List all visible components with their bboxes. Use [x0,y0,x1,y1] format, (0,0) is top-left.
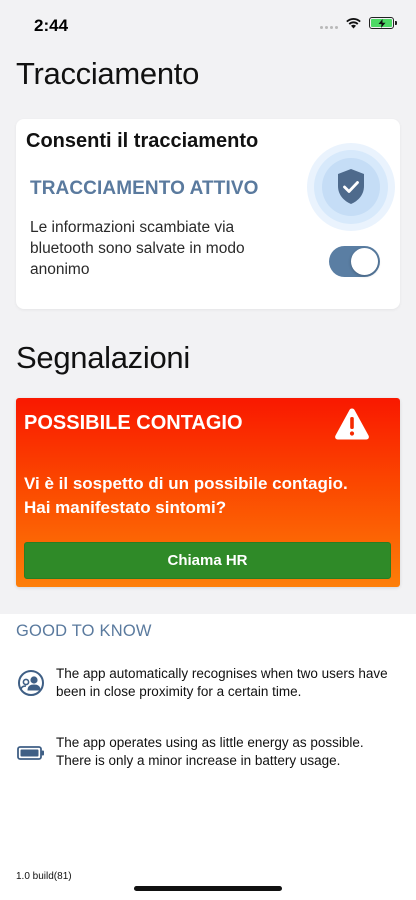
status-bar: 2:44 [0,0,416,48]
tracking-card: Consenti il tracciamento TRACCIAMENTO AT… [16,119,400,309]
reports-section-title: Segnalazioni [16,340,190,375]
warning-icon [334,407,370,441]
shield-check-icon [306,142,396,232]
battery-charging-icon [369,17,397,29]
tracking-toggle[interactable] [329,246,380,277]
users-proximity-icon [17,669,45,697]
battery-icon [17,739,45,767]
wifi-icon [346,18,361,29]
build-label: 1.0 build(81) [16,871,72,882]
status-icons [320,17,397,29]
signal-icon [320,18,338,29]
tracking-section-title: Tracciamento [16,56,200,91]
good-to-know-title: GOOD TO KNOW [16,622,152,640]
contagion-alert-card: POSSIBILE CONTAGIO Vi è il sospetto di u… [16,398,400,587]
alert-title: POSSIBILE CONTAGIO [24,412,243,434]
home-indicator [134,886,282,891]
info-text-energy: The app operates using as little energy … [56,735,364,768]
info-text-proximity: The app automatically recognises when tw… [56,666,388,699]
tracking-description: Le informazioni scambiate via bluetooth … [30,219,245,278]
alert-message: Vi è il sospetto di un possibile contagi… [24,474,348,517]
tracking-card-title: Consenti il tracciamento [26,130,259,152]
call-hr-button[interactable]: Chiama HR [24,542,391,579]
status-time: 2:44 [34,16,69,35]
toggle-knob [351,248,378,275]
good-to-know-panel: GOOD TO KNOW The app automatically recog… [0,614,416,900]
tracking-status-label: TRACCIAMENTO ATTIVO [30,178,259,199]
